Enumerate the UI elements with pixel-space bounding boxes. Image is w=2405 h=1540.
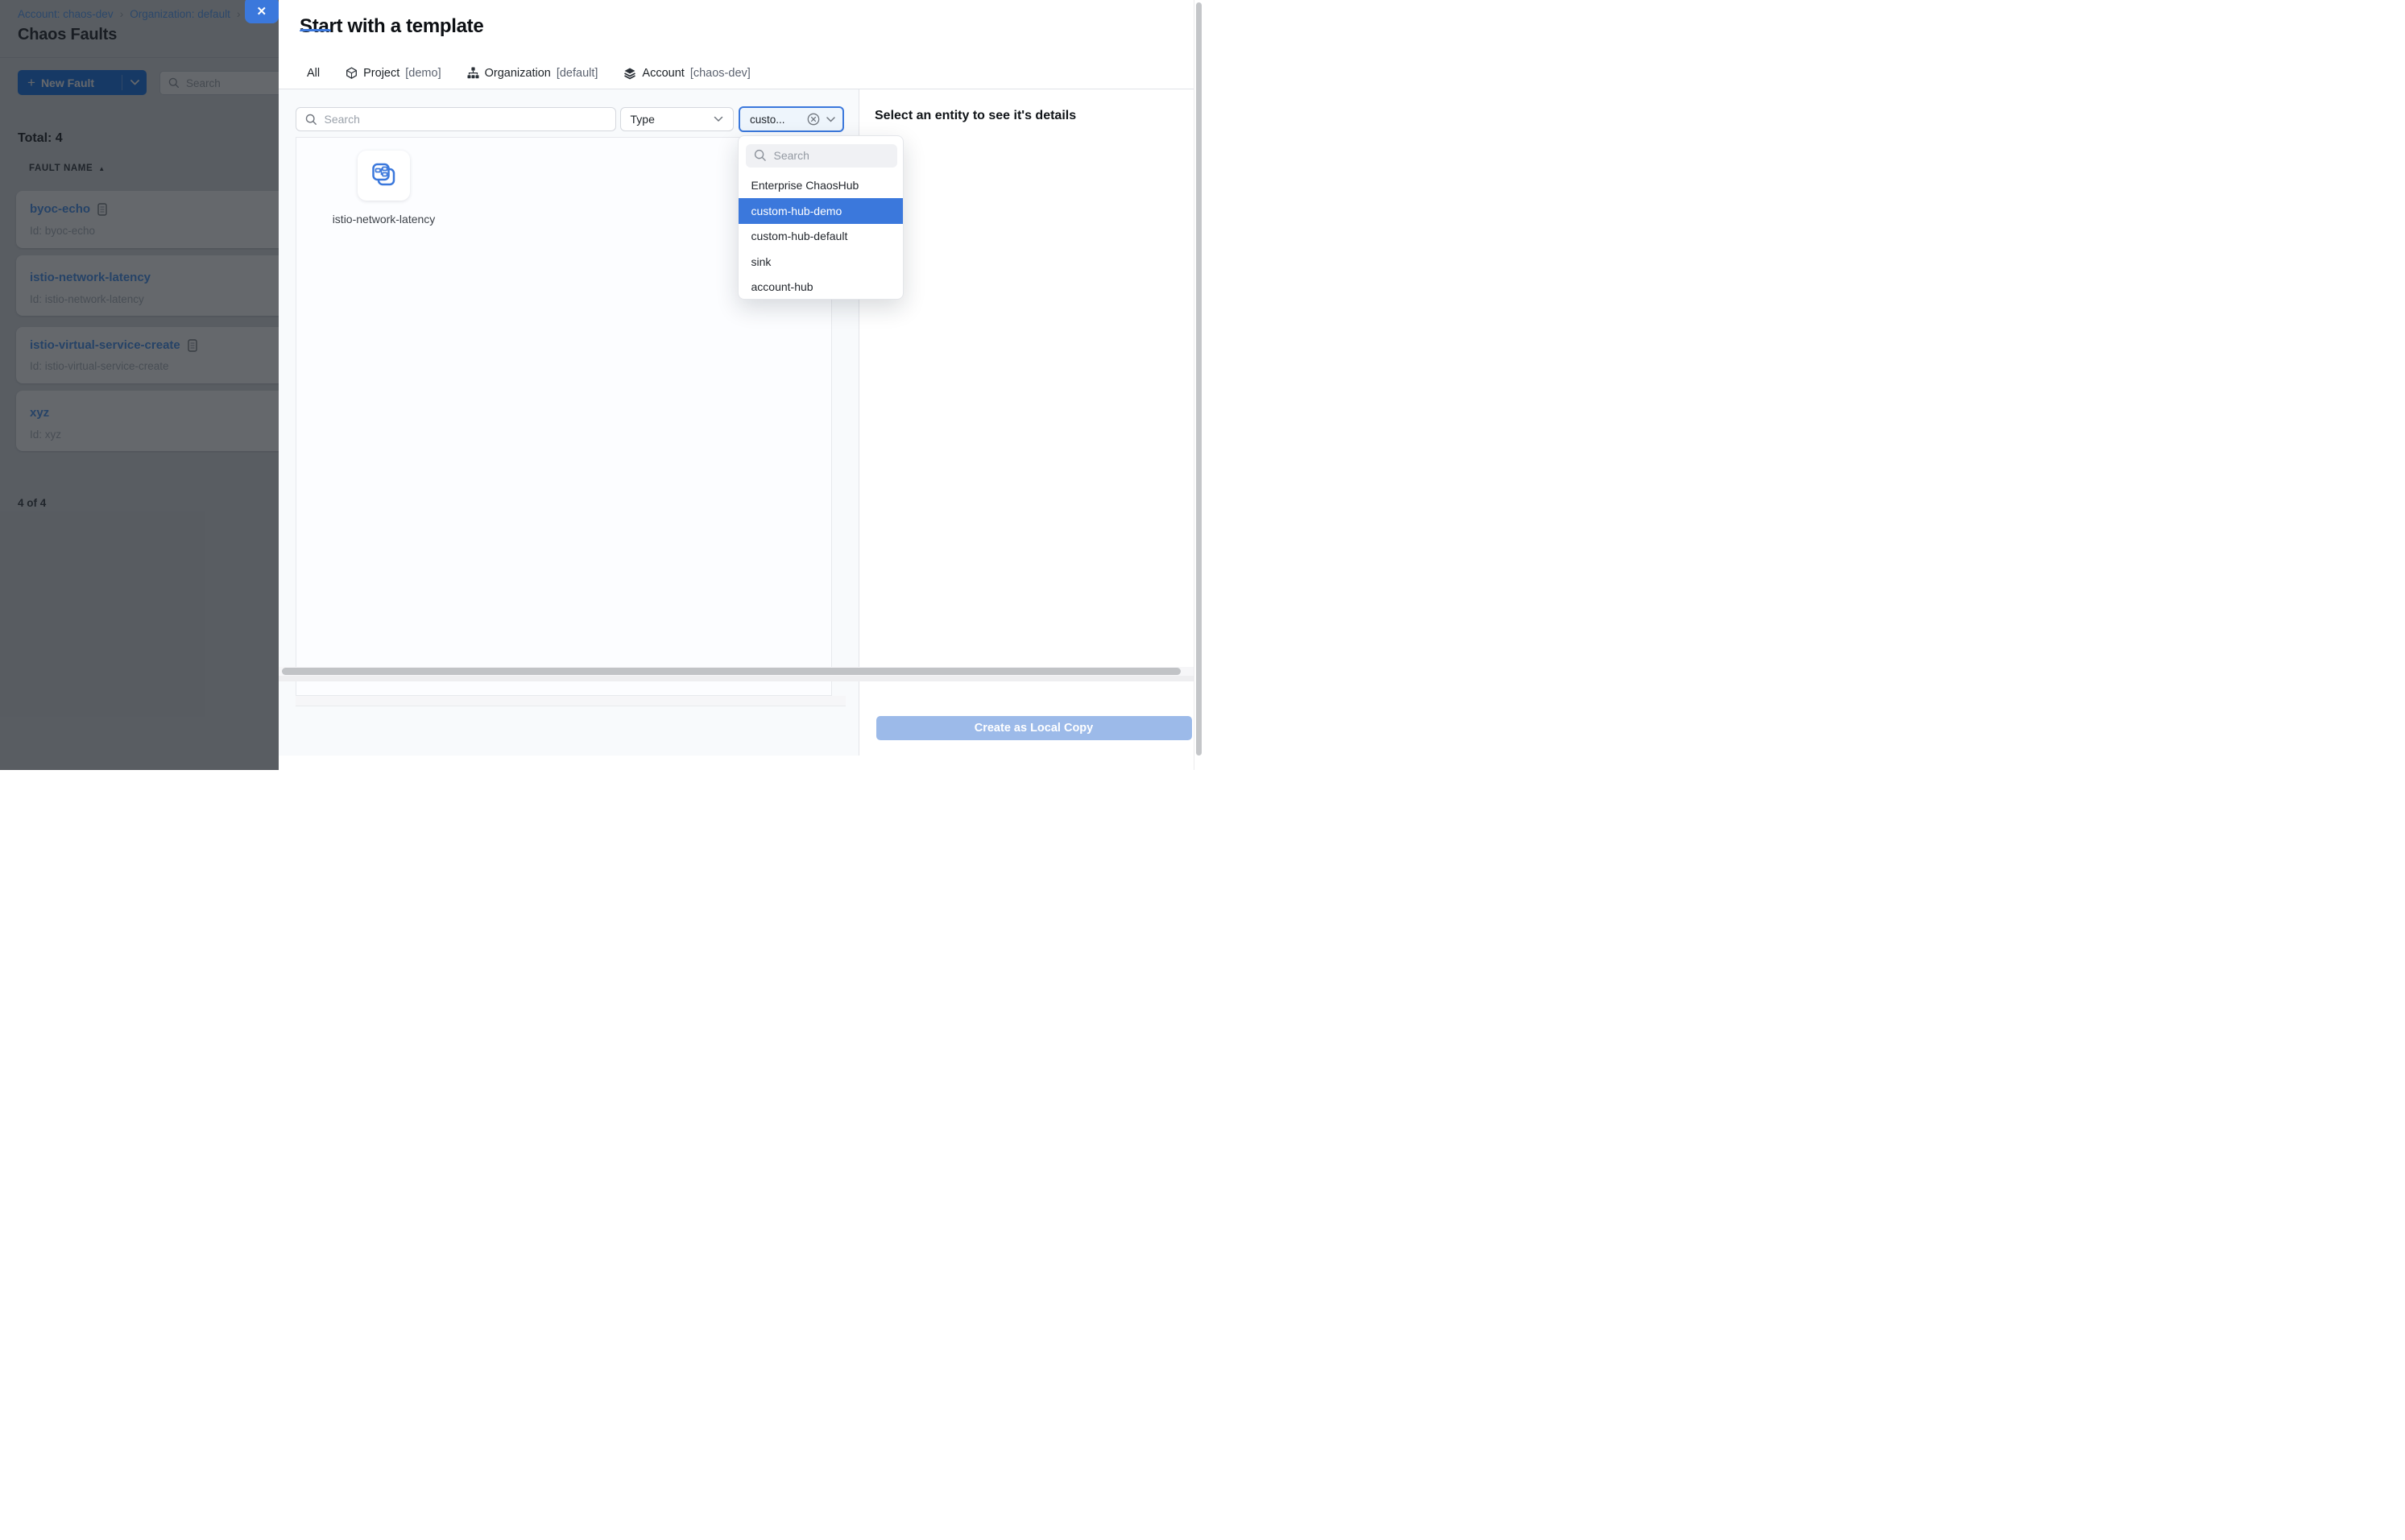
hub-dropdown-menu: Search Enterprise ChaosHub custom-hub-de… (738, 135, 904, 300)
template-tile[interactable] (358, 151, 410, 201)
layers-icon (623, 67, 636, 80)
hub-option-enterprise-chaoshub[interactable]: Enterprise ChaosHub (739, 173, 904, 199)
chaos-faults-page: Account: chaos-dev›Organization: default… (0, 0, 1202, 770)
modal-title: Start with a template (300, 15, 483, 38)
template-label: istio-network-latency (332, 211, 437, 229)
search-placeholder: Search (774, 149, 809, 162)
grid-footer-scrollbar[interactable] (296, 696, 847, 706)
chevron-down-icon (826, 117, 835, 122)
close-button[interactable]: ✕ (245, 0, 279, 23)
template-card-istio-network-latency[interactable]: istio-network-latency (332, 151, 437, 229)
close-icon: ✕ (256, 4, 267, 19)
start-with-template-modal: ✕ Start with a template All Project [dem… (279, 0, 1202, 770)
tab-scope: [chaos-dev] (690, 67, 751, 80)
modal-backdrop[interactable] (0, 0, 279, 770)
clear-filter-icon[interactable] (807, 113, 820, 126)
type-filter-select[interactable]: Type (620, 107, 735, 131)
tab-scope: [default] (557, 67, 598, 80)
chevron-down-icon (714, 116, 723, 122)
hub-option-custom-hub-default[interactable]: custom-hub-default (739, 224, 904, 250)
cube-icon (346, 67, 358, 80)
details-panel: Select an entity to see it's details Cre… (859, 89, 1194, 756)
hub-option-list: Enterprise ChaosHub custom-hub-demo cust… (739, 173, 904, 300)
vertical-scrollbar[interactable] (1194, 0, 1202, 770)
vertical-scrollbar-thumb[interactable] (1196, 2, 1202, 756)
fault-template-icon (369, 161, 399, 190)
search-placeholder: Search (325, 113, 360, 126)
horizontal-scrollbar[interactable] (279, 667, 1194, 676)
tab-scope: [demo] (405, 67, 441, 80)
scope-tabbar: All Project [demo] Organization [default… (279, 58, 1202, 89)
modal-footer-area (279, 756, 1202, 770)
tab-label: All (307, 67, 320, 80)
type-filter-label: Type (631, 113, 655, 126)
tab-account[interactable]: Account [chaos-dev] (623, 67, 750, 80)
active-tab-indicator (300, 29, 331, 31)
tab-organization[interactable]: Organization [default] (467, 67, 598, 80)
search-icon (305, 114, 317, 126)
create-local-copy-button[interactable]: Create as Local Copy (876, 716, 1192, 741)
horizontal-scrollbar-thumb[interactable] (282, 668, 1181, 676)
hub-option-account-hub[interactable]: account-hub (739, 275, 904, 300)
tab-label: Organization (485, 67, 551, 80)
tab-label: Account (642, 67, 684, 80)
hub-filter-value: custo... (750, 114, 801, 126)
bottom-strip (279, 676, 1194, 681)
hub-option-custom-hub-demo[interactable]: custom-hub-demo (739, 198, 904, 224)
hub-option-sink[interactable]: sink (739, 249, 904, 275)
hub-filter-select[interactable]: custo... (739, 106, 844, 132)
search-icon (754, 149, 767, 162)
tab-project[interactable]: Project [demo] (346, 67, 441, 80)
hub-dropdown-search-input[interactable]: Search (746, 144, 897, 168)
details-empty-text: Select an entity to see it's details (875, 109, 1076, 123)
template-search-input[interactable]: Search (296, 107, 616, 131)
tab-all[interactable]: All (307, 67, 320, 80)
tab-label: Project (363, 67, 399, 80)
org-chart-icon (467, 67, 479, 79)
